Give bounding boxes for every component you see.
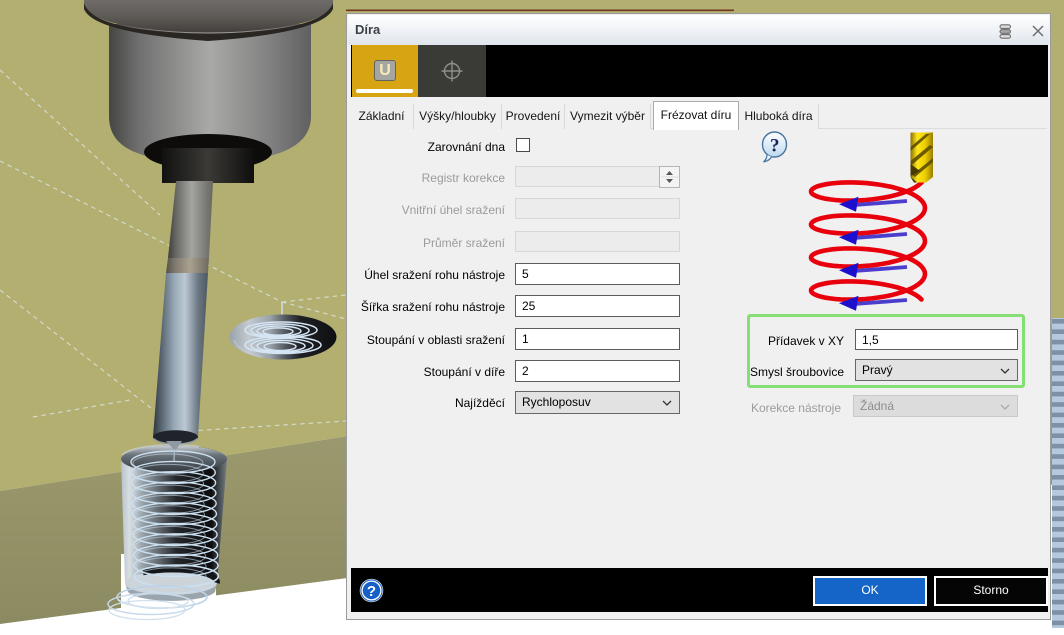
svg-text:?: ?: [770, 136, 780, 157]
svg-text:?: ?: [367, 583, 376, 600]
